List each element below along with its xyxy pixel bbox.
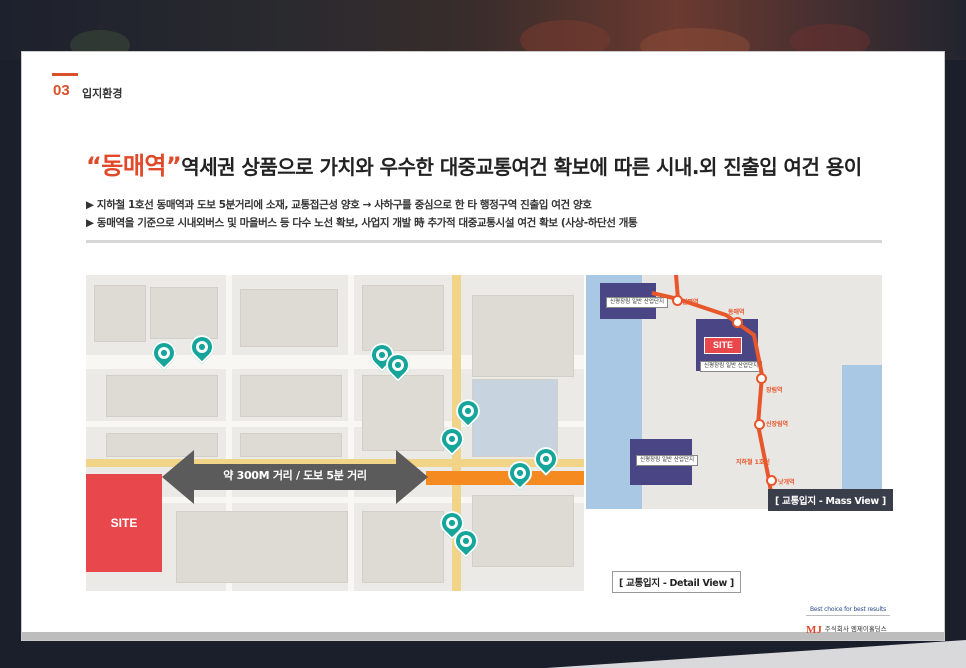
bus-icon: ●	[196, 341, 208, 353]
station-marker	[756, 373, 767, 384]
map-block	[472, 295, 574, 377]
station-name: 낫개역	[778, 479, 795, 486]
subway-line	[426, 471, 584, 485]
map-block	[362, 285, 444, 351]
divider	[86, 240, 882, 243]
map-block	[176, 511, 348, 583]
station-name: 신장림역	[766, 421, 789, 428]
site-marker[interactable]: SITE	[86, 474, 162, 572]
bus-icon: ●	[158, 347, 170, 359]
bus-icon: ●	[514, 467, 526, 479]
map-block	[94, 285, 146, 342]
station-marker	[766, 475, 777, 486]
map-block	[362, 375, 444, 451]
distance-arrow: 약 300M 거리 / 도보 5분 거리	[162, 448, 428, 506]
logo-tagline: Best choice for best results	[809, 606, 887, 613]
bus-icon: ●	[460, 535, 472, 547]
mass-view-caption: [ 교통입지 - Mass View ]	[768, 489, 893, 511]
bullet-list: ▶ 지하철 1호선 동매역과 도보 5분거리에 소재, 교통접근성 양호 → 사…	[86, 196, 638, 232]
headline: “동매역”역세권 상품으로 가치와 우수한 대중교통여건 확보에 따른 시내.외…	[86, 146, 862, 181]
bus-icon: ●	[462, 405, 474, 417]
map-road	[348, 275, 354, 591]
map-block	[240, 375, 342, 417]
company-logo: Best choice for best results MJ 주식회사 엠제이홀…	[806, 606, 890, 637]
headline-highlight: “동매역”	[86, 152, 182, 180]
bullet-item: ▶ 지하철 1호선 동매역과 도보 5분거리에 소재, 교통접근성 양호 → 사…	[86, 199, 592, 211]
station-name: 신평역	[682, 299, 699, 306]
headline-text: 역세권 상품으로 가치와 우수한 대중교통여건 확보에 따른 시내.외 진출입 …	[181, 155, 862, 179]
brand-text: MJ	[806, 624, 822, 636]
mass-map[interactable]: 신평장림 일반 산업단지 신평장림 일반 산업단지 신평장림 일반 산업단지 신…	[586, 275, 882, 509]
bus-icon: ●	[446, 517, 458, 529]
site-marker-mass[interactable]: SITE	[704, 337, 742, 354]
section-number: 03	[53, 82, 70, 99]
bus-icon: ●	[540, 453, 552, 465]
background-bottom	[0, 640, 966, 668]
station-marker	[754, 419, 765, 430]
background-top	[0, 0, 966, 64]
station-name: 동매역	[728, 309, 745, 316]
bullet-item: ▶ 동매역을 기준으로 시내외버스 및 마을버스 등 다수 노선 확보, 사업지…	[86, 217, 638, 229]
map-block	[150, 287, 218, 339]
map-block	[472, 379, 558, 457]
map-block	[106, 375, 218, 417]
section-accent-bar	[52, 73, 78, 76]
distance-label: 약 300M 거리 / 도보 5분 거리	[223, 469, 367, 482]
station-name: 장림역	[766, 387, 783, 394]
bus-icon: ●	[446, 433, 458, 445]
station-marker	[732, 317, 743, 328]
subway-line-label: 지하철 1호선	[736, 459, 770, 466]
brand-mark: MJ	[806, 624, 822, 636]
company-name: 주식회사 엠제이홀딩스	[824, 625, 887, 633]
map-block	[472, 495, 574, 567]
detail-view-caption: [ 교통입지 - Detail View ]	[612, 571, 741, 593]
map-block	[240, 289, 338, 347]
bus-icon: ●	[392, 359, 404, 371]
section-title: 입지환경	[82, 87, 123, 100]
map-block	[362, 511, 444, 583]
